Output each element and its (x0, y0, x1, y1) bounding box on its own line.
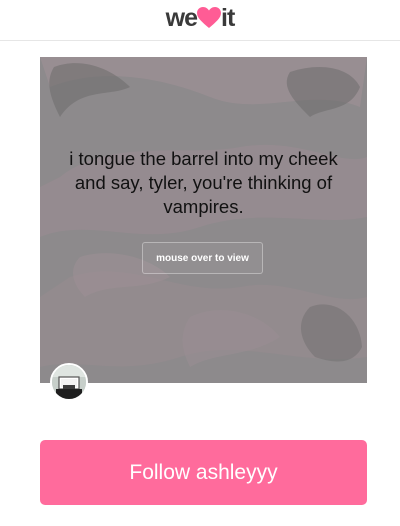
avatar[interactable] (50, 363, 88, 401)
mouse-over-to-view-button[interactable]: mouse over to view (142, 242, 263, 274)
heart-icon (197, 7, 222, 29)
weheartit-logo[interactable]: we it (0, 4, 400, 32)
post-image-background (40, 57, 367, 383)
logo-text-we: we (165, 4, 198, 32)
page: we it i tongue the barrel into my cheek a… (0, 0, 400, 526)
post-quote-text: i tongue the barrel into my cheek and sa… (69, 148, 338, 217)
logo-text-it: it (221, 4, 235, 32)
follow-button[interactable]: Follow ashleyyy (40, 440, 367, 505)
post-image[interactable]: i tongue the barrel into my cheek and sa… (40, 57, 367, 383)
header: we it (0, 0, 400, 41)
avatar-image (52, 365, 86, 399)
